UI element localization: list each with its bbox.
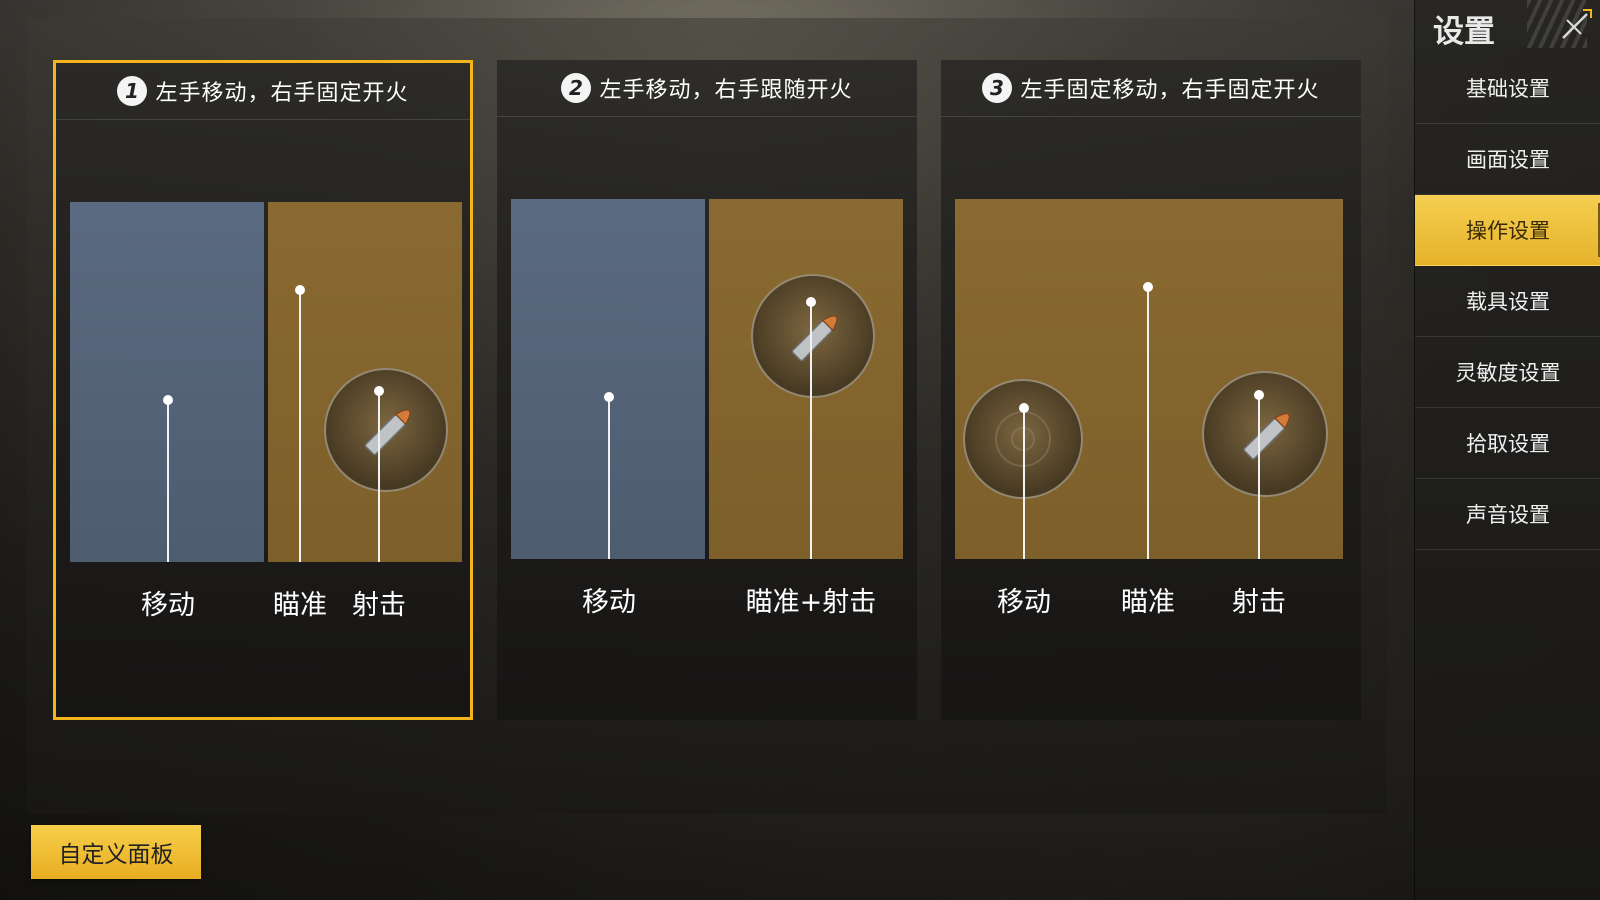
nav-label: 灵敏度设置 [1455, 361, 1561, 385]
close-icon [1562, 9, 1592, 39]
leader-line [1258, 397, 1260, 559]
leader-dot [1019, 403, 1029, 413]
settings-title: 设置 [1433, 14, 1495, 50]
fire-button [751, 274, 875, 398]
leader-dot [295, 285, 305, 295]
mode-number-badge: 2 [561, 73, 592, 103]
bullet-icon [791, 315, 838, 362]
nav-pickup-settings[interactable]: 拾取设置 [1415, 408, 1600, 479]
leader-dot [1143, 282, 1153, 292]
leader-dot [374, 386, 384, 396]
leader-line [299, 291, 301, 562]
label-move: 移动 [141, 590, 195, 621]
mode-number-badge: 1 [117, 76, 148, 106]
leader-dot [806, 297, 816, 307]
mode-title: 左手移动，右手固定开火 [155, 81, 409, 106]
fire-button [324, 368, 448, 492]
leader-dot [163, 395, 173, 405]
mode-card-header: 3 左手固定移动，右手固定开火 [941, 60, 1361, 117]
leader-dot [604, 392, 614, 402]
leader-line [1147, 288, 1149, 559]
close-button[interactable] [1555, 6, 1595, 46]
mode-card-3[interactable]: 3 左手固定移动，右手固定开火 移动 瞄准 射击 [941, 60, 1361, 720]
label-aim: 瞄准 [1121, 587, 1175, 618]
leader-line [810, 304, 812, 559]
leader-dot [1254, 390, 1264, 400]
settings-sidebar: 设置 基础设置 画面设置 操作设置 载具设置 灵敏度设置 拾取设置 声音设置 [1414, 0, 1600, 900]
nav-vehicle-settings[interactable]: 载具设置 [1415, 266, 1600, 337]
label-move: 移动 [997, 587, 1051, 618]
nav-label: 拾取设置 [1466, 432, 1550, 456]
leader-line [167, 402, 169, 562]
custom-panel-button[interactable]: 自定义面板 [31, 825, 201, 879]
nav-graphics-settings[interactable]: 画面设置 [1415, 124, 1600, 195]
leader-line [378, 393, 380, 562]
mode-number-badge: 3 [982, 73, 1013, 103]
mode-title: 左手移动，右手跟随开火 [599, 78, 853, 103]
nav-controls-settings[interactable]: 操作设置 [1415, 195, 1600, 266]
nav-label: 载具设置 [1466, 290, 1550, 314]
nav-sensitivity-settings[interactable]: 灵敏度设置 [1415, 337, 1600, 408]
nav-label: 声音设置 [1466, 503, 1550, 527]
nav-label: 基础设置 [1466, 77, 1550, 101]
nav-label: 操作设置 [1466, 219, 1550, 243]
control-mode-panel: 1 左手移动，右手固定开火 移动 瞄准 射击 2 左手移动，右手跟随开火 移动 … [27, 18, 1387, 814]
label-fire: 射击 [352, 590, 406, 621]
leader-line [1023, 410, 1025, 559]
bullet-icon [1243, 413, 1290, 460]
mode-card-1[interactable]: 1 左手移动，右手固定开火 移动 瞄准 射击 [53, 60, 473, 720]
mode-title: 左手固定移动，右手固定开火 [1020, 78, 1320, 103]
label-fire: 射击 [1232, 587, 1286, 618]
leader-line [608, 399, 610, 559]
fire-button [1202, 371, 1328, 497]
mode-card-header: 1 左手移动，右手固定开火 [56, 63, 470, 120]
mode-card-2[interactable]: 2 左手移动，右手跟随开火 移动 瞄准+射击 [497, 60, 917, 720]
label-aim-fire: 瞄准+射击 [745, 587, 877, 618]
label-move: 移动 [582, 587, 636, 618]
label-aim: 瞄准 [273, 590, 327, 621]
nav-label: 画面设置 [1466, 148, 1550, 172]
nav-basic-settings[interactable]: 基础设置 [1415, 53, 1600, 124]
bullet-icon [364, 409, 411, 456]
nav-audio-settings[interactable]: 声音设置 [1415, 479, 1600, 550]
mode-card-header: 2 左手移动，右手跟随开火 [497, 60, 917, 117]
